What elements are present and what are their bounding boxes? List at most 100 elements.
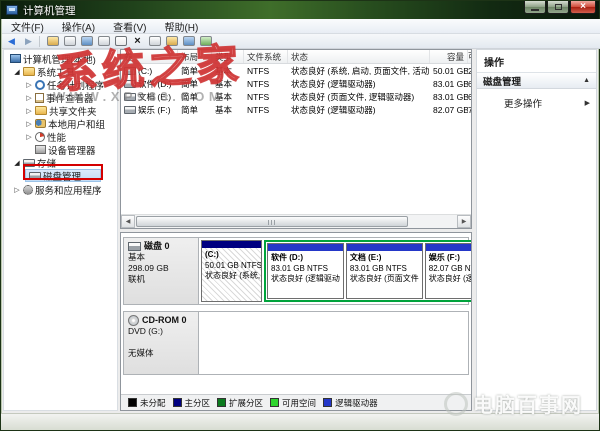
disk-size: 298.09 GB	[128, 263, 194, 274]
partition-status: 状态良好 (逻辑驱动	[271, 274, 340, 285]
help-icon[interactable]	[198, 35, 213, 48]
actions-title: 操作	[477, 50, 596, 72]
forward-icon[interactable]: ▶	[21, 35, 36, 48]
open-folder-icon[interactable]	[164, 35, 179, 48]
menu-help[interactable]: 帮助(H)	[155, 18, 207, 35]
maximize-button[interactable]	[547, 1, 569, 14]
column-free[interactable]: 可	[468, 50, 472, 63]
disk-status: 联机	[128, 274, 194, 285]
column-capacity[interactable]: 容量	[430, 50, 468, 63]
minimize-button[interactable]	[524, 1, 546, 14]
partition-d[interactable]: 软件 (D:) 83.01 GB NTFS 状态良好 (逻辑驱动	[267, 243, 344, 299]
back-icon[interactable]: ◀	[4, 35, 19, 48]
column-layout[interactable]: 布局	[178, 50, 212, 63]
tree-item-performance[interactable]: ▷ 性能	[4, 130, 117, 143]
scroll-right-icon[interactable]: ▶	[457, 215, 471, 228]
collapse-arrow-icon[interactable]: ▷	[24, 133, 34, 141]
tree-item-computer-management[interactable]: 计算机管理(本地)	[4, 52, 117, 65]
console-tree: 计算机管理(本地) ◢ 系统工具 ▷ 任务计划程序 ▷ 事件查看器 ▷ 共享文件…	[3, 49, 118, 411]
legend-extended-partition: 扩展分区	[217, 397, 263, 409]
close-button[interactable]: ×	[570, 1, 596, 14]
legend-color-swatch	[270, 398, 279, 407]
legend-color-swatch	[128, 398, 137, 407]
legend-label: 未分配	[140, 397, 166, 409]
tree-item-label: 任务计划程序	[47, 78, 104, 92]
show-hide-icon[interactable]	[79, 35, 94, 48]
collapse-arrow-icon[interactable]: ▷	[24, 120, 34, 128]
column-status[interactable]: 状态	[288, 50, 430, 63]
expand-arrow-icon[interactable]: ◢	[12, 159, 22, 167]
cdrom-status: 无媒体	[128, 348, 194, 359]
document-icon[interactable]	[113, 35, 128, 48]
volume-layout: 简单	[178, 91, 212, 103]
volume-capacity: 50.01 GB	[430, 66, 468, 76]
properties-icon[interactable]	[147, 35, 162, 48]
volume-list-header: 卷 布局 类型 文件系统 状态 容量 可	[121, 50, 471, 64]
disk-type: 基本	[128, 252, 194, 263]
tree-item-services-applications[interactable]: ▷ 服务和应用程序	[4, 183, 117, 196]
legend-color-swatch	[173, 398, 182, 407]
collapse-arrow-icon[interactable]: ▷	[24, 81, 34, 89]
expand-arrow-icon[interactable]: ◢	[12, 68, 22, 76]
disk-name: 磁盘 0	[144, 241, 170, 252]
partition-e[interactable]: 文档 (E:) 83.01 GB NTFS 状态良好 (页面文件	[346, 243, 423, 299]
tree-item-label: 计算机管理(本地)	[23, 52, 96, 66]
delete-icon[interactable]: ×	[130, 35, 145, 48]
volume-row-d[interactable]: 软件 (D:) 简单 基本 NTFS 状态良好 (逻辑驱动器) 83.01 GB…	[121, 77, 471, 90]
legend-free-space: 可用空间	[270, 397, 316, 409]
window-title: 计算机管理	[23, 3, 76, 18]
more-actions-item[interactable]: 更多操作 ▶	[477, 95, 596, 111]
menu-view[interactable]: 查看(V)	[104, 18, 155, 35]
tree-item-label: 服务和应用程序	[35, 183, 102, 197]
export-icon[interactable]	[45, 35, 60, 48]
tree-item-shared-folders[interactable]: ▷ 共享文件夹	[4, 104, 117, 117]
volume-type: 基本	[212, 91, 244, 103]
partition-f[interactable]: 娱乐 (F:) 82.07 GB NTFS 状态良好 (逻辑驱动	[425, 243, 472, 299]
tree-item-system-tools[interactable]: ◢ 系统工具	[4, 65, 117, 78]
volume-layout: 简单	[178, 104, 212, 116]
menu-action[interactable]: 操作(A)	[53, 18, 104, 35]
device-manager-icon	[35, 145, 46, 154]
partition-status: 状态良好 (逻辑驱动	[429, 274, 472, 285]
collapse-arrow-icon[interactable]: ▷	[24, 94, 34, 102]
partition-c[interactable]: (C:) 50.01 GB NTFS 状态良好 (系统, 启	[201, 240, 262, 302]
scrollbar-thumb[interactable]	[136, 216, 408, 227]
column-filesystem[interactable]: 文件系统	[244, 50, 288, 63]
volume-capacity: 83.01 GB	[430, 92, 468, 102]
users-icon	[35, 119, 46, 128]
tree-item-label: 性能	[47, 130, 66, 144]
tree-item-local-users-groups[interactable]: ▷ 本地用户和组	[4, 117, 117, 130]
horizontal-scrollbar[interactable]: ◀ ▶	[121, 214, 471, 228]
volume-free: 2	[468, 66, 472, 76]
partition-label: 娱乐 (F:)	[429, 253, 472, 264]
volume-row-e[interactable]: 文档 (E:) 简单 基本 NTFS 状态良好 (页面文件, 逻辑驱动器) 83…	[121, 90, 471, 103]
refresh-icon[interactable]	[181, 35, 196, 48]
logical-drive-bar	[347, 244, 422, 251]
disk-0-info[interactable]: 磁盘 0 基本 298.09 GB 联机	[124, 238, 199, 304]
volume-row-c[interactable]: (C:) 简单 基本 NTFS 状态良好 (系统, 启动, 页面文件, 活动, …	[121, 64, 471, 77]
window-icon[interactable]	[96, 35, 111, 48]
volume-layout: 简单	[178, 78, 212, 90]
actions-section-disk-management[interactable]: 磁盘管理 ▲	[477, 72, 596, 89]
volume-name: 文档 (E:)	[138, 91, 171, 103]
cdrom-0-info[interactable]: CD-ROM 0 DVD (G:) 无媒体	[124, 312, 199, 374]
scroll-left-icon[interactable]: ◀	[121, 215, 135, 228]
annotation-highlight-box	[23, 164, 103, 180]
legend-label: 主分区	[185, 397, 211, 409]
collapse-arrow-icon[interactable]: ▷	[24, 107, 34, 115]
volume-fs: NTFS	[244, 79, 288, 89]
column-type[interactable]: 类型	[212, 50, 244, 63]
collapse-up-icon[interactable]: ▲	[583, 77, 590, 84]
tree-item-event-viewer[interactable]: ▷ 事件查看器	[4, 91, 117, 104]
console-tree-icon[interactable]	[62, 35, 77, 48]
volume-fs: NTFS	[244, 92, 288, 102]
title-bar[interactable]: 计算机管理 ×	[1, 1, 599, 19]
tree-item-task-scheduler[interactable]: ▷ 任务计划程序	[4, 78, 117, 91]
menu-file[interactable]: 文件(F)	[2, 18, 53, 35]
folder-icon	[23, 67, 35, 76]
extended-partition: 软件 (D:) 83.01 GB NTFS 状态良好 (逻辑驱动 文档 (E:)…	[264, 240, 472, 302]
volume-row-f[interactable]: 娱乐 (F:) 简单 基本 NTFS 状态良好 (逻辑驱动器) 82.07 GB…	[121, 103, 471, 116]
column-volume[interactable]: 卷	[121, 50, 178, 63]
collapse-arrow-icon[interactable]: ▷	[12, 186, 22, 194]
tree-item-device-manager[interactable]: 设备管理器	[4, 143, 117, 156]
